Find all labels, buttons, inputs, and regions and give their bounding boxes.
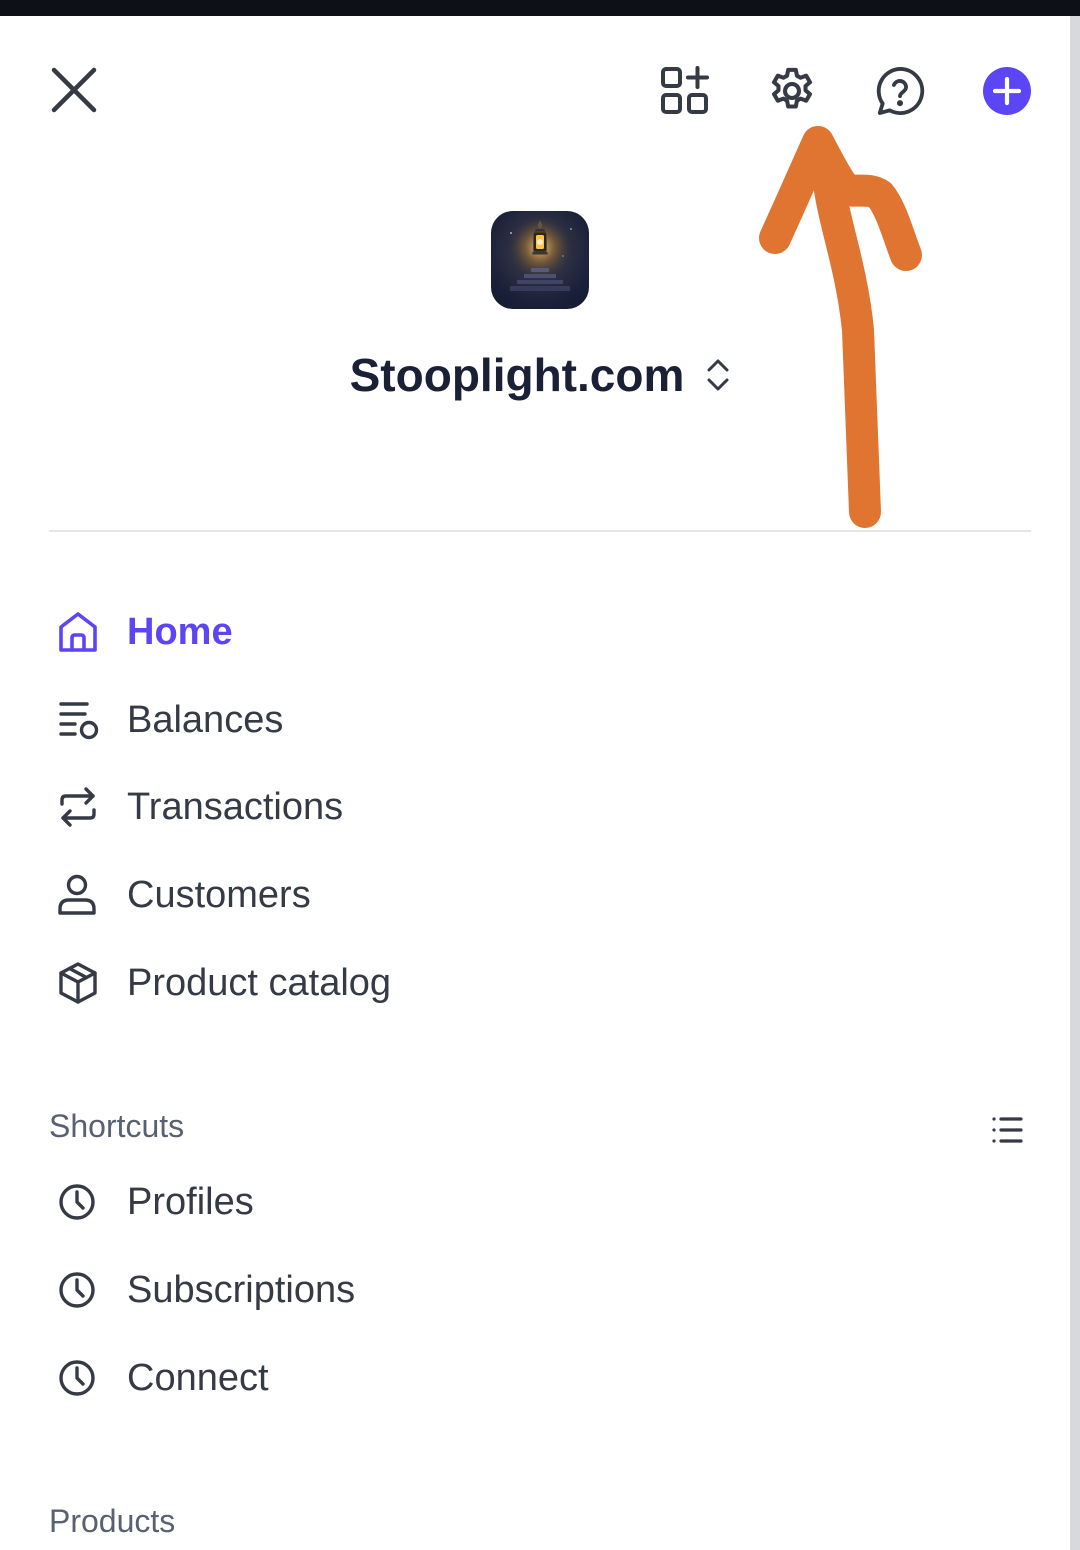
shortcut-label-profiles: Profiles [127, 1180, 254, 1223]
nav-item-home[interactable]: Home [49, 602, 1031, 662]
lantern-logo-icon [506, 213, 574, 291]
nav-label-balances: Balances [127, 698, 284, 741]
shortcut-label-subscriptions: Subscriptions [127, 1268, 356, 1311]
grid-plus-icon [661, 66, 709, 114]
nav-item-transactions[interactable]: Transactions [49, 777, 1031, 837]
account-name[interactable]: Stooplight.com [350, 348, 685, 402]
customer-icon [49, 870, 107, 920]
help-button[interactable] [871, 62, 929, 120]
scrollbar[interactable] [1070, 16, 1080, 1550]
nav-item-product-catalog[interactable]: Product catalog [49, 953, 1031, 1013]
help-chat-icon [876, 67, 925, 115]
header-divider [49, 530, 1031, 532]
clock-icon [49, 1353, 107, 1403]
shortcut-item-connect[interactable]: Connect [49, 1348, 1031, 1408]
products-header: Products [49, 1503, 176, 1539]
close-button[interactable] [48, 64, 100, 116]
transactions-icon [49, 782, 107, 832]
account-switcher[interactable]: Stooplight.com [0, 340, 1080, 410]
close-icon [51, 67, 97, 113]
nav-item-balances[interactable]: Balances [49, 690, 1031, 750]
balances-icon [49, 695, 107, 745]
plus-icon [983, 67, 1031, 115]
navigation-drawer: Stooplight.com Home Balances Transaction… [0, 0, 1080, 1550]
home-icon [49, 607, 107, 657]
shortcuts-header: Shortcuts [49, 1108, 185, 1144]
nav-label-product-catalog: Product catalog [127, 961, 392, 1004]
add-app-button[interactable] [656, 62, 714, 120]
list-icon [992, 1117, 1023, 1143]
settings-button[interactable] [763, 62, 821, 120]
chevron-up-down-icon [707, 359, 729, 391]
gear-icon [771, 67, 813, 109]
clock-icon [49, 1177, 107, 1227]
nav-label-customers: Customers [127, 873, 311, 916]
create-button[interactable] [980, 64, 1034, 118]
brand-logo [491, 211, 589, 309]
shortcut-label-connect: Connect [127, 1356, 269, 1399]
box-icon [49, 958, 107, 1008]
nav-label-transactions: Transactions [127, 785, 344, 828]
clock-icon [49, 1265, 107, 1315]
manage-shortcuts-button[interactable] [986, 1110, 1028, 1150]
shortcut-item-subscriptions[interactable]: Subscriptions [49, 1260, 1031, 1320]
nav-label-home: Home [127, 610, 233, 653]
shortcut-item-profiles[interactable]: Profiles [49, 1172, 1031, 1232]
nav-item-customers[interactable]: Customers [49, 865, 1031, 925]
top-status-strip [0, 0, 1080, 16]
account-switch-chevron[interactable] [706, 358, 730, 392]
